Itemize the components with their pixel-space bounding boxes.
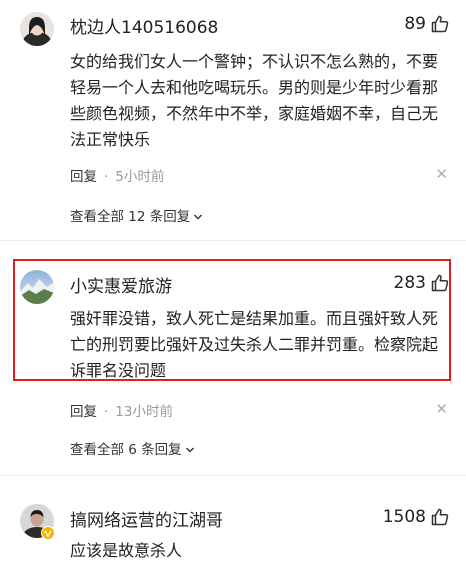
chevron-down-icon xyxy=(185,447,194,453)
avatar[interactable] xyxy=(20,12,54,46)
comment-username[interactable]: 搞网络运营的江湖哥 xyxy=(70,506,223,531)
close-icon[interactable]: ✕ xyxy=(435,402,448,417)
separator-dot: · xyxy=(104,169,109,185)
thumbs-up-icon[interactable] xyxy=(430,507,450,527)
comment-text: 女的给我们女人一个警钟；不认识不怎么熟的，不要轻易一个人去和他吃喝玩乐。男的则是… xyxy=(70,52,439,149)
view-replies-link[interactable]: 查看全部 12 条回复 xyxy=(70,205,203,225)
close-icon[interactable]: ✕ xyxy=(435,167,448,182)
comment-text: 强奸罪没错，致人死亡是结果加重。而且强奸致人死亡的刑罚要比强奸及过失杀人二罪并罚… xyxy=(70,309,439,380)
comment-meta: 回复 · 13小时前 xyxy=(70,400,173,420)
view-replies-link[interactable]: 查看全部 6 条回复 xyxy=(70,438,195,458)
chevron-down-icon xyxy=(194,214,203,220)
comment-username[interactable]: 小实惠爱旅游 xyxy=(70,272,172,297)
like-count: 89 xyxy=(404,14,426,34)
reply-button[interactable]: 回复 xyxy=(70,404,97,420)
thumbs-up-icon[interactable] xyxy=(430,273,450,293)
view-replies-label: 查看全部 12 条回复 xyxy=(70,209,191,225)
comment-username[interactable]: 枕边人140516068 xyxy=(70,13,218,38)
divider xyxy=(0,475,466,476)
comment-time: 5小时前 xyxy=(115,169,165,185)
comment-meta: 回复 · 5小时前 xyxy=(70,165,164,185)
verified-badge-icon xyxy=(41,526,55,540)
comment-time: 13小时前 xyxy=(115,404,173,420)
separator-dot: · xyxy=(104,404,109,420)
reply-button[interactable]: 回复 xyxy=(70,169,97,185)
like-count: 283 xyxy=(393,273,426,293)
like-count: 1508 xyxy=(382,507,426,527)
comment-text: 应该是故意杀人 xyxy=(70,541,183,560)
view-replies-label: 查看全部 6 条回复 xyxy=(70,442,182,458)
thumbs-up-icon[interactable] xyxy=(430,14,450,34)
avatar[interactable] xyxy=(20,270,54,304)
divider xyxy=(0,240,466,241)
